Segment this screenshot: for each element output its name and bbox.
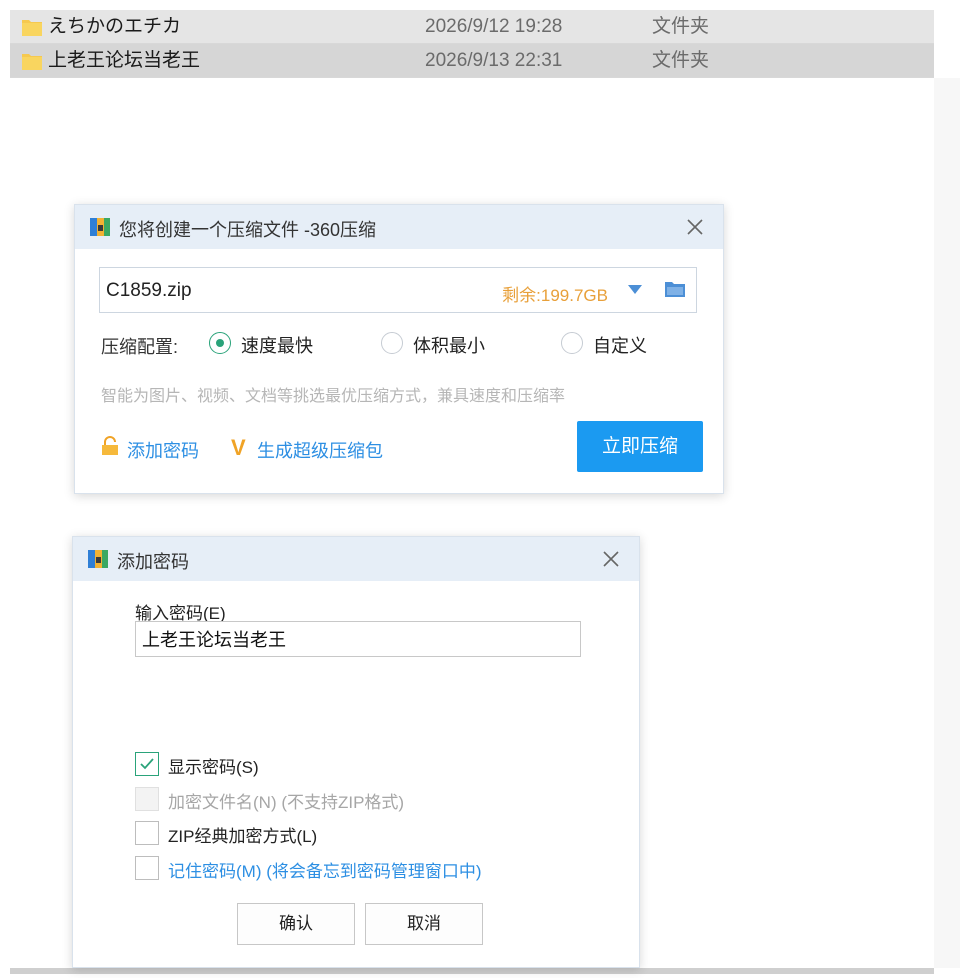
config-label: 压缩配置: bbox=[101, 337, 179, 357]
checkbox-label: 加密文件名(N) (不支持ZIP格式) bbox=[168, 793, 405, 812]
radio-circle[interactable] bbox=[561, 332, 583, 354]
super-archive-label[interactable]: 生成超级压缩包 bbox=[257, 437, 383, 463]
file-type: 文件夹 bbox=[652, 50, 710, 71]
vip-icon: V bbox=[231, 435, 246, 460]
window-edge bbox=[934, 78, 960, 968]
file-name: 上老王论坛当老王 bbox=[48, 50, 201, 71]
file-name: えちかのエチカ bbox=[48, 16, 182, 37]
close-icon[interactable] bbox=[683, 215, 707, 239]
file-type: 文件夹 bbox=[652, 16, 710, 37]
checkbox-box[interactable] bbox=[135, 752, 159, 776]
folder-icon bbox=[22, 54, 42, 70]
file-date: 2026/9/13 22:31 bbox=[425, 50, 563, 71]
add-password-label[interactable]: 添加密码 bbox=[127, 437, 199, 463]
checkbox-box bbox=[135, 787, 159, 811]
checkbox-label: ZIP经典加密方式(L) bbox=[168, 827, 318, 846]
radio-circle[interactable] bbox=[381, 332, 403, 354]
cancel-button[interactable]: 取消 bbox=[365, 903, 483, 945]
dialog-title: 添加密码 bbox=[117, 552, 189, 572]
password-input[interactable]: 上老王论坛当老王 bbox=[135, 621, 581, 657]
password-dialog: 添加密码 输入密码(E) 上老王论坛当老王 显示密码(S) 加密文件名(N) (… bbox=[72, 536, 640, 968]
archive-app-icon bbox=[90, 218, 110, 236]
close-icon[interactable] bbox=[599, 547, 623, 571]
password-dialog-titlebar[interactable]: 添加密码 bbox=[73, 537, 639, 581]
file-date: 2026/9/12 19:28 bbox=[425, 16, 563, 37]
ok-button[interactable]: 确认 bbox=[237, 903, 355, 945]
checkbox-label: 显示密码(S) bbox=[168, 758, 259, 777]
compress-now-button[interactable]: 立即压缩 bbox=[577, 421, 703, 472]
compress-hint: 智能为图片、视频、文档等挑选最优压缩方式，兼具速度和压缩率 bbox=[101, 388, 566, 405]
radio-circle[interactable] bbox=[209, 332, 231, 354]
compress-dialog: 您将创建一个压缩文件 -360压缩 C1859.zip 剩余:199.7GB 压… bbox=[74, 204, 724, 494]
archive-path-field[interactable]: C1859.zip 剩余:199.7GB bbox=[99, 267, 697, 313]
checkbox-box[interactable] bbox=[135, 821, 159, 845]
dialog-title: 您将创建一个压缩文件 -360压缩 bbox=[119, 220, 377, 240]
remaining-space: 剩余:199.7GB bbox=[502, 286, 608, 305]
archive-app-icon bbox=[88, 550, 108, 568]
radio-label: 速度最快 bbox=[241, 336, 313, 356]
radio-label: 自定义 bbox=[593, 336, 647, 356]
file-row[interactable]: えちかのエチカ 2026/9/12 19:28 文件夹 bbox=[10, 10, 934, 44]
compress-dialog-titlebar[interactable]: 您将创建一个压缩文件 -360压缩 bbox=[75, 205, 723, 249]
check-icon bbox=[140, 758, 154, 770]
file-row[interactable]: 上老王论坛当老王 2026/9/13 22:31 文件夹 bbox=[10, 44, 934, 78]
browse-folder-icon[interactable] bbox=[664, 279, 686, 299]
folder-icon bbox=[22, 20, 42, 36]
checkbox-box[interactable] bbox=[135, 856, 159, 880]
archive-name[interactable]: C1859.zip bbox=[106, 280, 192, 302]
checkbox-label: 记住密码(M) (将会备忘到密码管理窗口中) bbox=[168, 862, 482, 881]
radio-label: 体积最小 bbox=[413, 336, 485, 356]
lock-icon bbox=[102, 436, 118, 455]
file-list: えちかのエチカ 2026/9/12 19:28 文件夹 上老王论坛当老王 202… bbox=[10, 10, 934, 78]
chevron-down-icon[interactable] bbox=[628, 285, 642, 295]
horizontal-scrollbar[interactable] bbox=[10, 968, 934, 974]
